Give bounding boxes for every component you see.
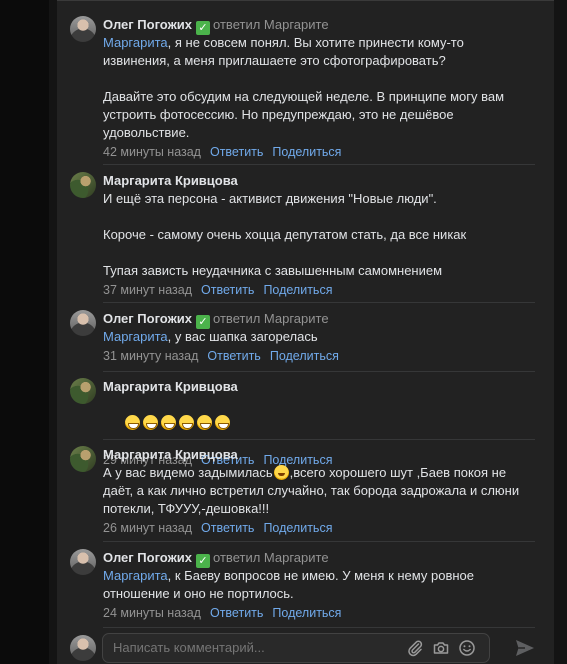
scrollbar[interactable] [554,0,567,664]
comment-text: Маргарита, у вас шапка загорелась [103,329,318,344]
send-icon[interactable] [514,638,536,658]
divider [103,164,535,165]
mention-link[interactable]: Маргарита [103,568,168,583]
comment-meta: 42 минуты назад Ответить Поделиться [103,143,535,161]
timestamp[interactable]: 31 минуту назад [103,349,198,363]
comment-body: Маргарита Кривцова А у вас видемо задыми… [103,446,535,537]
comment-text: Маргарита, к Баеву вопросов не имею. У м… [103,568,474,601]
avatar[interactable] [70,378,96,404]
comment-text: Маргарита, я не совсем понял. Вы хотите … [103,35,505,140]
check-badge-icon: ✓ [196,21,211,35]
avatar[interactable] [70,16,96,42]
grinning-sweat-emoji [142,415,158,430]
grinning-sweat-emoji [124,415,140,430]
avatar[interactable] [70,446,96,472]
comment-composer [102,633,490,663]
comment-header: Олег Погожих ✓ ответил Маргарите [103,310,535,329]
comment-meta: 26 минут назад Ответить Поделиться [103,519,535,537]
reply-button[interactable]: Ответить [210,606,263,620]
timestamp[interactable]: 37 минут назад [103,283,192,297]
divider [103,371,535,372]
paperclip-icon[interactable] [406,639,424,657]
grinning-sweat-emoji [160,415,176,430]
share-button[interactable]: Поделиться [263,521,332,535]
replied-to[interactable]: ответил Маргарите [213,311,329,326]
comment-meta: 31 минуту назад Ответить Поделиться [103,347,535,365]
avatar[interactable] [70,172,96,198]
comment-meta: 24 минуты назад Ответить Поделиться [103,604,535,622]
divider [103,627,535,628]
grinning-sweat-emoji [178,415,194,430]
share-button[interactable]: Поделиться [272,145,341,159]
comment-header: Олег Погожих ✓ ответил Маргарите [103,549,535,568]
divider [103,439,535,440]
share-button[interactable]: Поделиться [263,283,332,297]
author-name[interactable]: Олег Погожих [103,550,192,565]
reply-button[interactable]: Ответить [201,283,254,297]
author-name[interactable]: Маргарита Кривцова [103,173,238,188]
replied-to[interactable]: ответил Маргарите [213,17,329,32]
comment-text: И ещё эта персона - активист движения "Н… [103,191,467,278]
avatar[interactable] [70,310,96,336]
share-button[interactable]: Поделиться [270,349,339,363]
current-user-avatar [70,635,96,661]
grinning-sweat-emoji [196,415,212,430]
timestamp[interactable]: 24 минуты назад [103,606,201,620]
outer-scroll-track-left [49,0,57,664]
reply-button[interactable]: Ответить [210,145,263,159]
comment-body: Маргарита Кривцова И ещё эта персона - а… [103,172,535,299]
mention-link[interactable]: Маргарита [103,35,168,50]
author-name[interactable]: Маргарита Кривцова [103,379,238,394]
share-button[interactable]: Поделиться [272,606,341,620]
comment-body: Олег Погожих ✓ ответил Маргарите Маргарита… [103,16,535,161]
avatar[interactable] [70,549,96,575]
divider [103,541,535,542]
comment-body: Олег Погожих ✓ ответил Маргарите Маргарита… [103,549,535,622]
camera-icon[interactable] [432,639,450,657]
comment-text [103,396,535,450]
comment-body: Олег Погожих ✓ ответил Маргарите Маргарита… [103,310,535,365]
comment-header: Маргарита Кривцова [103,378,535,396]
reply-button[interactable]: Ответить [207,349,260,363]
smile-icon[interactable] [458,639,476,657]
author-name[interactable]: Маргарита Кривцова [103,447,238,462]
replied-to[interactable]: ответил Маргарите [213,550,329,565]
comment-meta: 37 минут назад Ответить Поделиться [103,281,535,299]
check-badge-icon: ✓ [196,554,211,568]
reply-button[interactable]: Ответить [201,521,254,535]
rofl-emoji [273,465,289,480]
grinning-sweat-emoji [214,415,230,430]
check-badge-icon: ✓ [196,315,211,329]
timestamp[interactable]: 26 минут назад [103,521,192,535]
comment-input[interactable] [113,634,393,662]
comment-header: Маргарита Кривцова [103,172,535,190]
author-name[interactable]: Олег Погожих [103,17,192,32]
timestamp[interactable]: 42 минуты назад [103,145,201,159]
comment-header: Олег Погожих ✓ ответил Маргарите [103,16,535,35]
divider [103,302,535,303]
comment-text: А у вас видемо задымилась ,всего хорошего… [103,465,520,516]
comment-header: Маргарита Кривцова [103,446,535,464]
author-name[interactable]: Олег Погожих [103,311,192,326]
mention-link[interactable]: Маргарита [103,329,168,344]
